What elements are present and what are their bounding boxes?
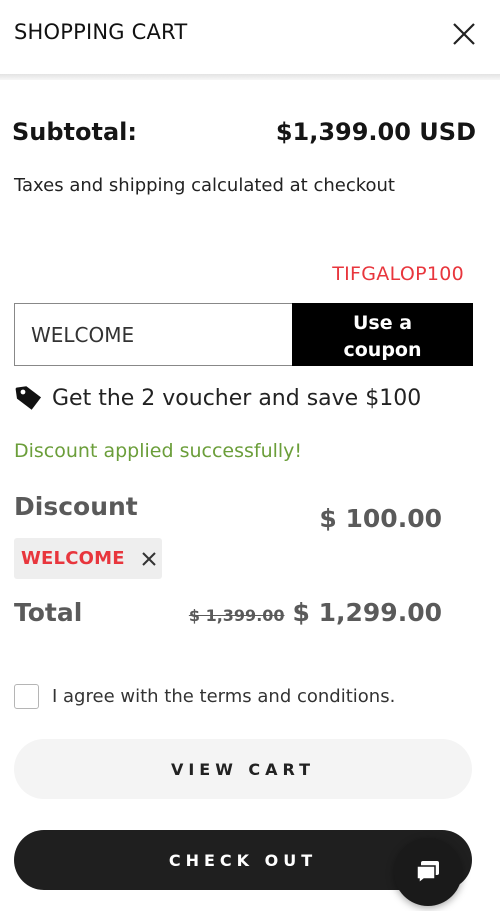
terms-label[interactable]: I agree with the terms and conditions. [52, 686, 395, 707]
voucher-promo: Get the 2 voucher and save $100 [14, 382, 421, 414]
terms-row: I agree with the terms and conditions. [14, 684, 395, 709]
use-coupon-label-line2: coupon [343, 339, 422, 361]
remove-coupon-button[interactable] [139, 549, 159, 569]
final-price: $ 1,299.00 [292, 598, 442, 627]
close-icon [453, 23, 475, 45]
original-price: $ 1,399.00 [188, 606, 285, 625]
cart-title: SHOPPING CART [14, 20, 188, 44]
use-coupon-button[interactable]: Use a coupon [292, 303, 473, 366]
total-label: Total [14, 598, 83, 627]
use-coupon-label-line1: Use a [352, 312, 413, 334]
total-prices: $ 1,399.00 $ 1,299.00 [189, 598, 442, 627]
tax-note: Taxes and shipping calculated at checkou… [14, 175, 395, 196]
cart-header: SHOPPING CART [0, 0, 500, 74]
applied-coupon-chip: WELCOME [14, 538, 162, 579]
tag-icon [15, 386, 42, 410]
chat-button[interactable] [394, 838, 462, 906]
subtotal-label: Subtotal: [12, 118, 138, 146]
coupon-hint-code[interactable]: TIFGALOP100 [332, 263, 464, 285]
coupon-input[interactable] [14, 303, 293, 366]
discount-success-message: Discount applied successfully! [14, 440, 303, 462]
discount-label: Discount [14, 492, 138, 521]
discount-value: $ 100.00 [319, 504, 442, 533]
voucher-text: Get the 2 voucher and save $100 [52, 385, 422, 411]
chat-icon [416, 861, 439, 885]
subtotal-value: $1,399.00 USD [275, 118, 476, 146]
header-divider [0, 74, 500, 80]
close-icon [142, 551, 156, 566]
terms-checkbox[interactable] [14, 684, 39, 709]
applied-coupon-code: WELCOME [21, 548, 125, 569]
close-cart-button[interactable] [446, 16, 482, 52]
view-cart-button[interactable]: VIEW CART [14, 739, 472, 799]
